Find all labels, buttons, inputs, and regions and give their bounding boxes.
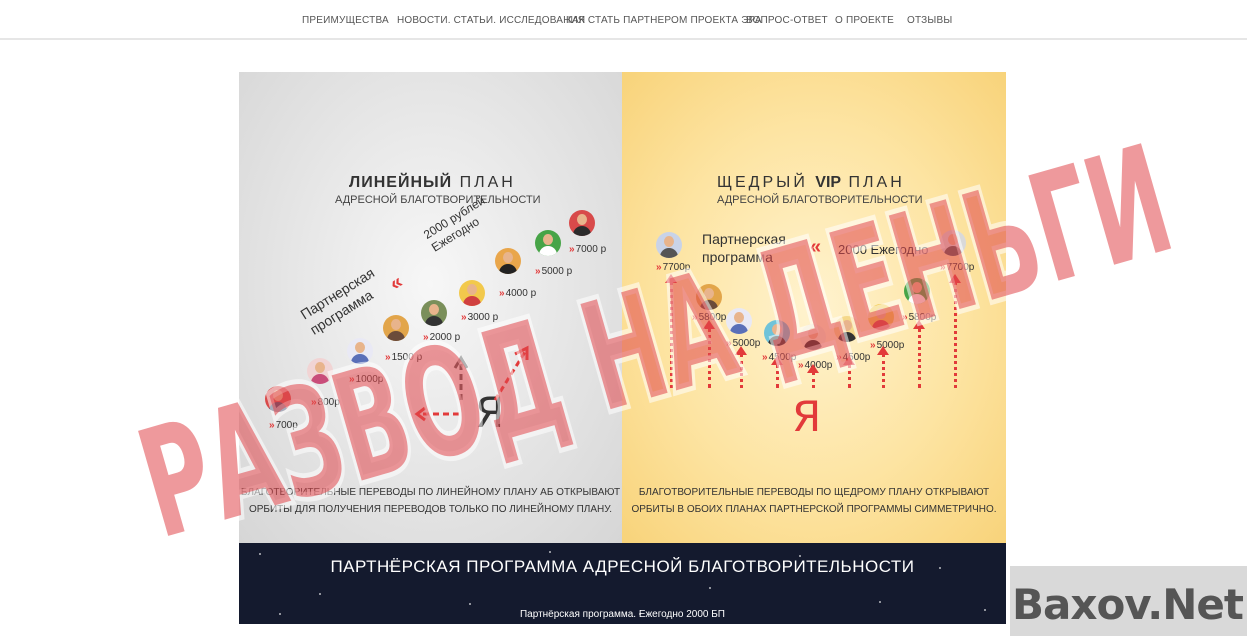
avatar: [265, 386, 291, 412]
top-navigation: ПРЕИМУЩЕСТВА НОВОСТИ. СТАТЬИ. ИССЛЕДОВАН…: [0, 0, 1247, 40]
bottom-caption: Партнёрская программа. Ежегодно 2000 БП: [519, 609, 725, 620]
vip-plan-subtitle: АДРЕСНОЙ БЛАГОТВОРИТЕЛЬНОСТИ: [717, 194, 923, 206]
linear-amount-8: 5000 р: [535, 266, 573, 277]
up-arrow: [771, 356, 783, 388]
avatar: [764, 320, 790, 346]
vip-plan-title: ЩЕДРЫЙ VIP ПЛАН: [717, 174, 905, 192]
up-arrow: [949, 274, 961, 388]
double-chevron-icon: «: [810, 236, 822, 258]
up-arrow: [807, 364, 819, 388]
avatar: [800, 324, 826, 350]
vip-badge: VIP: [815, 174, 842, 191]
vip-plan-title-prefix: ЩЕДРЫЙ: [717, 174, 808, 191]
vip-yearly: 2000 Ежегодно: [838, 242, 929, 257]
avatar: [868, 304, 894, 330]
vip-plan-note: БЛАГОТВОРИТЕЛЬНЫЕ ПЕРЕВОДЫ ПО ЩЕДРОМУ ПЛ…: [622, 484, 1006, 518]
up-arrow: [913, 320, 925, 388]
linear-amount-1: 700р: [269, 420, 298, 431]
linear-plan-panel: ЛИНЕЙНЫЙ ПЛАН АДРЕСНОЙ БЛАГОТВОРИТЕЛЬНОС…: [239, 72, 622, 543]
partner-program-banner: ЛИНЕЙНЫЙ ПЛАН АДРЕСНОЙ БЛАГОТВОРИТЕЛЬНОС…: [239, 72, 1006, 624]
avatar: [569, 210, 595, 236]
linear-amount-9: 7000 р: [569, 244, 607, 255]
vip-ya-letter: Я: [792, 392, 822, 441]
avatar: [726, 308, 752, 334]
vip-plan-title-rest: ПЛАН: [848, 174, 905, 191]
up-arrow: [843, 356, 855, 388]
avatar: [940, 230, 966, 256]
linear-arrows: [414, 345, 529, 422]
linear-plan-title-bold: ЛИНЕЙНЫЙ: [349, 174, 453, 191]
watermark-logo: Baxov.Net: [1012, 580, 1244, 629]
vip-program-label-1: Партнерская: [702, 231, 786, 247]
bottom-title: ПАРТНЁРСКАЯ ПРОГРАММА АДРЕСНОЙ БЛАГОТВОР…: [330, 557, 915, 576]
avatar: [307, 358, 333, 384]
nav-item-advantages[interactable]: ПРЕИМУЩЕСТВА: [302, 15, 389, 26]
vip-program-label-2: программа: [702, 249, 773, 265]
linear-amount-2: 800р: [311, 397, 340, 408]
up-arrow: [877, 346, 889, 388]
vip-note-line1: БЛАГОТВОРИТЕЛЬНЫЕ ПЕРЕВОДЫ ПО ЩЕДРОМУ ПЛ…: [638, 487, 990, 498]
avatar: [696, 284, 722, 310]
linear-note-line2: ОРБИТЫ ДЛЯ ПОЛУЧЕНИЯ ПЕРЕВОДОВ ТОЛЬКО ПО…: [248, 504, 613, 515]
vip-note-line2: ОРБИТЫ В ОБОИХ ПЛАНАХ ПАРТНЕРСКОЙ ПРОГРА…: [631, 504, 997, 515]
bottom-title-bar: ПАРТНЁРСКАЯ ПРОГРАММА АДРЕСНОЙ БЛАГОТВОР…: [239, 543, 1006, 624]
vip-plan-panel: ЩЕДРЫЙ VIP ПЛАН АДРЕСНОЙ БЛАГОТВОРИТЕЛЬН…: [622, 72, 1006, 543]
avatar: [383, 315, 409, 341]
nav-item-about[interactable]: О ПРОЕКТЕ: [835, 15, 894, 26]
avatar: [421, 300, 447, 326]
linear-amount-3: 1000р: [349, 374, 384, 385]
nav-item-reviews[interactable]: ОТЗЫВЫ: [907, 15, 952, 26]
avatar: [459, 280, 485, 306]
avatar: [656, 232, 682, 258]
up-arrow: [735, 346, 747, 388]
avatar: [904, 278, 930, 304]
vip-program-label: Партнерская программа: [702, 230, 786, 266]
avatar: [535, 230, 561, 256]
linear-amount-7: 4000 р: [499, 288, 537, 299]
linear-plan-note: БЛАГОТВОРИТЕЛЬНЫЕ ПЕРЕВОДЫ ПО ЛИНЕЙНОМУ …: [239, 484, 622, 518]
nav-item-faq[interactable]: ВОПРОС-ОТВЕТ: [746, 15, 828, 26]
linear-amount-6: 3000 р: [461, 312, 499, 323]
linear-note-line1: БЛАГОТВОРИТЕЛЬНЫЕ ПЕРЕВОДЫ ПО ЛИНЕЙНОМУ …: [240, 487, 621, 498]
up-arrow: [665, 274, 677, 388]
avatar: [495, 248, 521, 274]
nav-item-news[interactable]: НОВОСТИ. СТАТЬИ. ИССЛЕДОВАНИЯ: [397, 15, 585, 26]
up-arrow: [703, 320, 715, 388]
vip-amount-1: 7700р: [656, 262, 691, 273]
nav-item-become-partner[interactable]: КАК СТАТЬ ПАРТНЕРОМ ПРОЕКТА ЭРА: [566, 15, 762, 26]
vip-amount-9: 7700р: [940, 262, 975, 273]
avatar: [834, 316, 860, 342]
avatar: [347, 338, 373, 364]
